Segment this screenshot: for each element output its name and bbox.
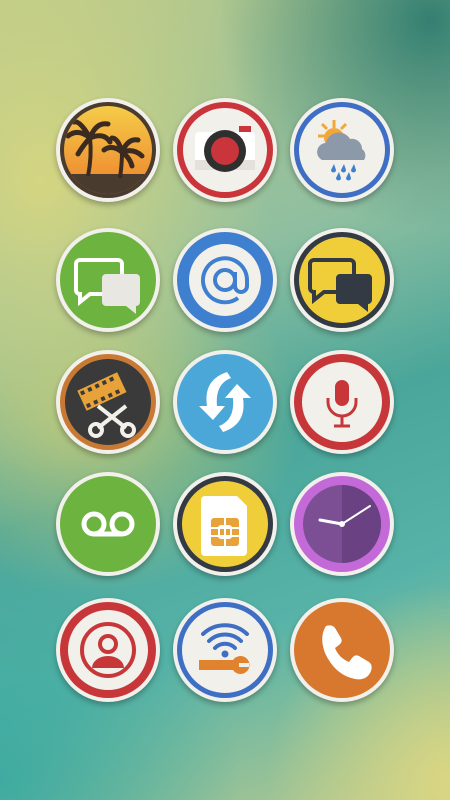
voicemail-icon — [60, 476, 156, 572]
phone-handset-icon — [294, 602, 390, 698]
app-icon-gallery[interactable] — [56, 98, 160, 202]
at-sign-icon — [177, 232, 273, 328]
app-icon-contacts[interactable] — [56, 598, 160, 702]
app-icon-sync[interactable] — [173, 350, 277, 454]
chat-bubbles-icon — [60, 232, 156, 328]
clock-icon — [294, 476, 390, 572]
contact-person-icon — [60, 602, 156, 698]
app-icon-weather[interactable] — [290, 98, 394, 202]
sync-arrows-icon — [177, 354, 273, 450]
app-icon-sim-toolkit[interactable] — [173, 472, 277, 576]
app-icon-email[interactable] — [173, 228, 277, 332]
app-icon-video-editor[interactable] — [56, 350, 160, 454]
icon-grid — [0, 0, 450, 800]
palm-tree-sunset-icon — [60, 102, 156, 198]
app-icon-voice-recorder[interactable] — [290, 350, 394, 454]
app-icon-clock[interactable] — [290, 472, 394, 576]
app-icon-phone[interactable] — [290, 598, 394, 702]
film-scissors-icon — [60, 354, 156, 450]
app-icon-messaging[interactable] — [56, 228, 160, 332]
app-icon-hangouts[interactable] — [290, 228, 394, 332]
camera-record-icon — [177, 102, 273, 198]
app-icon-camera[interactable] — [173, 98, 277, 202]
microphone-icon — [294, 354, 390, 450]
weather-sun-rain-icon — [294, 102, 390, 198]
app-icon-wifi-settings[interactable] — [173, 598, 277, 702]
chat-bubbles-dark-icon — [294, 232, 390, 328]
app-icon-voicemail[interactable] — [56, 472, 160, 576]
sim-card-icon — [177, 476, 273, 572]
wifi-wrench-icon — [177, 602, 273, 698]
